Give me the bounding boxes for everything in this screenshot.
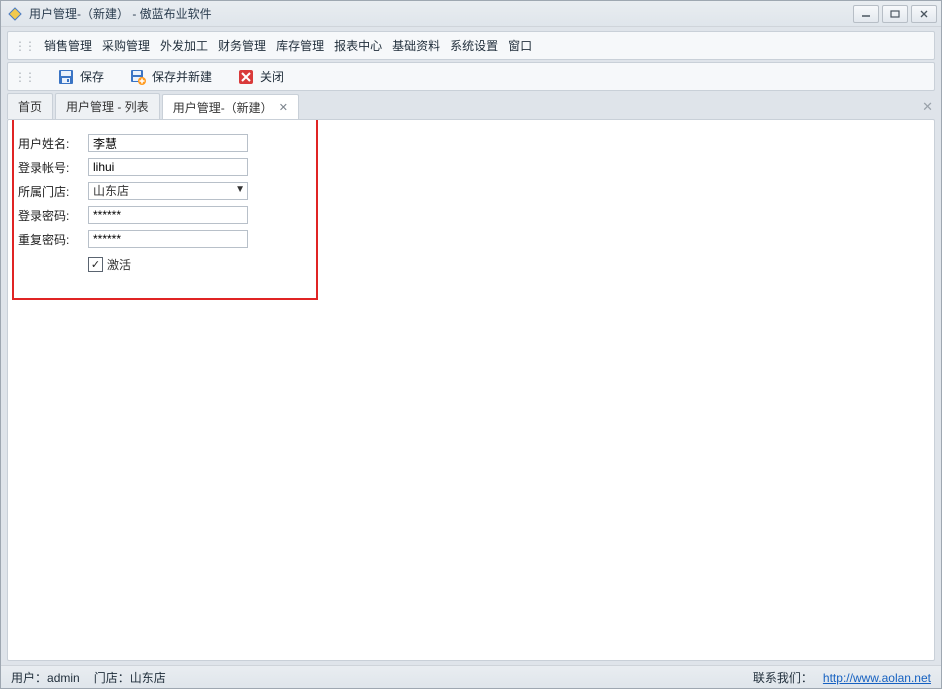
tab-user-list[interactable]: 用户管理 - 列表 <box>55 93 160 119</box>
menubar: ⋮⋮ 销售管理 采购管理 外发加工 财务管理 库存管理 报表中心 基础资料 系统… <box>7 31 935 60</box>
status-left: 用户：admin 门店：山东店 <box>11 669 166 686</box>
menubar-grip-icon: ⋮⋮ <box>14 39 34 53</box>
input-username[interactable] <box>88 134 248 152</box>
maximize-button[interactable] <box>882 5 908 23</box>
select-store[interactable]: 山东店 ▼ <box>88 182 248 200</box>
label-username: 用户姓名: <box>18 135 84 152</box>
tab-user-new[interactable]: 用户管理-（新建） ✕ <box>162 94 299 120</box>
menu-settings[interactable]: 系统设置 <box>446 35 502 56</box>
select-store-value: 山东店 <box>88 182 248 200</box>
input-password[interactable] <box>88 206 248 224</box>
window-controls <box>853 5 937 23</box>
menu-inventory[interactable]: 库存管理 <box>272 35 328 56</box>
tab-home-label: 首页 <box>18 98 42 115</box>
status-user: 用户：admin <box>11 669 80 686</box>
menu-reports[interactable]: 报表中心 <box>330 35 386 56</box>
app-window: 用户管理-（新建） - 傲蓝布业软件 ⋮⋮ 销售管理 采购管理 外发加工 财务管… <box>0 0 942 689</box>
menu-finance[interactable]: 财务管理 <box>214 35 270 56</box>
panel-close-icon[interactable]: ✕ <box>922 99 933 115</box>
menu-window[interactable]: 窗口 <box>504 35 536 56</box>
label-active: 激活 <box>107 256 131 273</box>
close-button-label: 关闭 <box>260 68 284 85</box>
menu-sales[interactable]: 销售管理 <box>40 35 96 56</box>
input-login[interactable] <box>88 158 248 176</box>
close-icon <box>238 69 254 85</box>
statusbar: 用户：admin 门店：山东店 联系我们： http://www.aolan.n… <box>1 665 941 688</box>
close-button[interactable]: 关闭 <box>232 66 290 87</box>
tab-close-icon[interactable]: ✕ <box>279 101 288 114</box>
content-panel: 用户姓名: 登录帐号: 所属门店: 山东店 ▼ 登录密码: 重复密码: ✓ 激活 <box>7 119 935 661</box>
menu-basicdata[interactable]: 基础资料 <box>388 35 444 56</box>
input-repeat-password[interactable] <box>88 230 248 248</box>
tab-home[interactable]: 首页 <box>7 93 53 119</box>
status-right: 联系我们： http://www.aolan.net <box>753 669 931 686</box>
save-button[interactable]: 保存 <box>52 66 110 87</box>
save-and-new-button[interactable]: 保存并新建 <box>124 66 218 87</box>
tab-user-new-label: 用户管理-（新建） <box>173 99 273 116</box>
label-store: 所属门店: <box>18 183 84 200</box>
menu-purchase[interactable]: 采购管理 <box>98 35 154 56</box>
minimize-button[interactable] <box>853 5 879 23</box>
close-window-button[interactable] <box>911 5 937 23</box>
save-icon <box>58 69 74 85</box>
label-password: 登录密码: <box>18 207 84 224</box>
contact-label: 联系我们： <box>753 671 813 685</box>
titlebar: 用户管理-（新建） - 傲蓝布业软件 <box>1 1 941 27</box>
contact-link[interactable]: http://www.aolan.net <box>823 671 931 685</box>
checkbox-active[interactable]: ✓ <box>88 257 103 272</box>
save-new-icon <box>130 69 146 85</box>
status-store: 门店：山东店 <box>94 669 166 686</box>
app-icon <box>7 6 23 22</box>
toolbar-grip-icon: ⋮⋮ <box>14 70 34 84</box>
save-and-new-button-label: 保存并新建 <box>152 68 212 85</box>
label-repeat: 重复密码: <box>18 231 84 248</box>
window-title: 用户管理-（新建） - 傲蓝布业软件 <box>29 5 853 22</box>
menu-outsource[interactable]: 外发加工 <box>156 35 212 56</box>
toolbar: ⋮⋮ 保存 <box>7 62 935 91</box>
label-login: 登录帐号: <box>18 159 84 176</box>
save-button-label: 保存 <box>80 68 104 85</box>
chevron-down-icon: ▼ <box>235 184 245 195</box>
tab-bar: 首页 用户管理 - 列表 用户管理-（新建） ✕ ✕ <box>7 95 935 119</box>
tab-user-list-label: 用户管理 - 列表 <box>66 98 149 115</box>
user-form: 用户姓名: 登录帐号: 所属门店: 山东店 ▼ 登录密码: 重复密码: ✓ 激活 <box>8 120 268 287</box>
